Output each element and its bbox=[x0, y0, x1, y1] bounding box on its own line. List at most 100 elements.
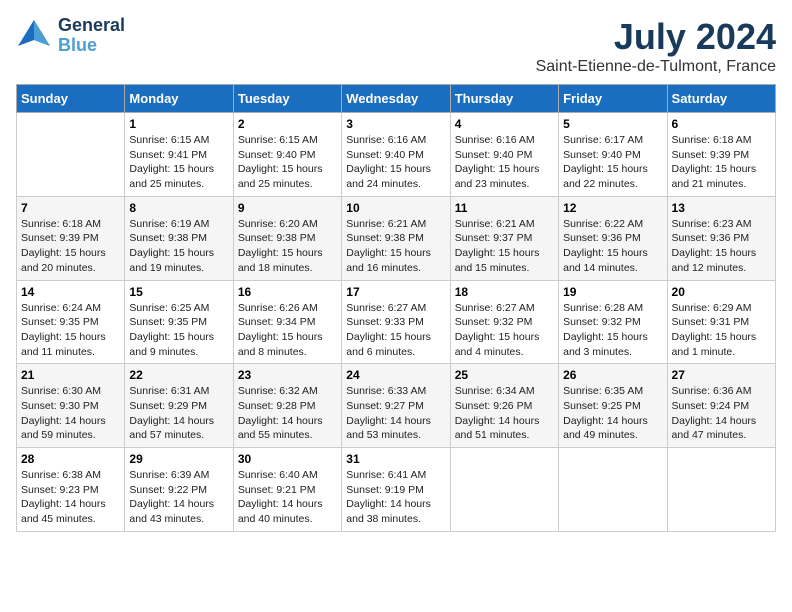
cell-3-3: 16Sunrise: 6:26 AM Sunset: 9:34 PM Dayli… bbox=[233, 280, 341, 364]
cell-4-6: 26 Sunrise: 6:35 AM Sunset: 9:25 PM Dayli… bbox=[559, 364, 667, 448]
main-title: July 2024 bbox=[536, 16, 776, 58]
day-number: 28 bbox=[21, 452, 120, 466]
cell-5-4: 31 Sunrise: 6:41 AM Sunset: 9:19 PM Dayli… bbox=[342, 448, 450, 532]
cell-2-4: 10 Sunrise: 6:21 AM Sunset: 9:38 PM Dayli… bbox=[342, 196, 450, 280]
header: General Blue July 2024 Saint-Etienne-de-… bbox=[16, 16, 776, 76]
cell-1-6: 5 Sunrise: 6:17 AM Sunset: 9:40 PM Daylig… bbox=[559, 113, 667, 197]
cell-content: Sunrise: 6:36 AM Sunset: 9:24 PM Dayligh… bbox=[672, 384, 771, 443]
day-number: 23 bbox=[238, 368, 337, 382]
cell-content: Sunrise: 6:30 AM Sunset: 9:30 PM Dayligh… bbox=[21, 384, 120, 443]
day-number: 3 bbox=[346, 117, 445, 131]
cell-2-5: 11Sunrise: 6:21 AM Sunset: 9:37 PM Dayli… bbox=[450, 196, 558, 280]
day-number: 26 bbox=[563, 368, 662, 382]
cell-5-3: 30 Sunrise: 6:40 AM Sunset: 9:21 PM Dayli… bbox=[233, 448, 341, 532]
header-tuesday: Tuesday bbox=[233, 85, 341, 113]
cell-4-2: 22 Sunrise: 6:31 AM Sunset: 9:29 PM Dayli… bbox=[125, 364, 233, 448]
day-number: 20 bbox=[672, 285, 771, 299]
header-sunday: Sunday bbox=[17, 85, 125, 113]
cell-content: Sunrise: 6:15 AM Sunset: 9:40 PM Dayligh… bbox=[238, 133, 337, 192]
cell-4-7: 27 Sunrise: 6:36 AM Sunset: 9:24 PM Dayli… bbox=[667, 364, 775, 448]
cell-1-5: 4 Sunrise: 6:16 AM Sunset: 9:40 PM Daylig… bbox=[450, 113, 558, 197]
cell-content: Sunrise: 6:25 AM Sunset: 9:35 PM Dayligh… bbox=[129, 301, 228, 360]
cell-5-1: 28 Sunrise: 6:38 AM Sunset: 9:23 PM Dayli… bbox=[17, 448, 125, 532]
cell-4-5: 25 Sunrise: 6:34 AM Sunset: 9:26 PM Dayli… bbox=[450, 364, 558, 448]
day-number: 12 bbox=[563, 201, 662, 215]
week-row-4: 21 Sunrise: 6:30 AM Sunset: 9:30 PM Dayli… bbox=[17, 364, 776, 448]
cell-2-6: 12 Sunrise: 6:22 AM Sunset: 9:36 PM Dayli… bbox=[559, 196, 667, 280]
cell-1-7: 6 Sunrise: 6:18 AM Sunset: 9:39 PM Daylig… bbox=[667, 113, 775, 197]
cell-1-3: 2Sunrise: 6:15 AM Sunset: 9:40 PM Daylig… bbox=[233, 113, 341, 197]
cell-1-4: 3 Sunrise: 6:16 AM Sunset: 9:40 PM Daylig… bbox=[342, 113, 450, 197]
cell-5-6 bbox=[559, 448, 667, 532]
day-number: 30 bbox=[238, 452, 337, 466]
cell-content: Sunrise: 6:32 AM Sunset: 9:28 PM Dayligh… bbox=[238, 384, 337, 443]
cell-content: Sunrise: 6:17 AM Sunset: 9:40 PM Dayligh… bbox=[563, 133, 662, 192]
day-number: 14 bbox=[21, 285, 120, 299]
day-number: 5 bbox=[563, 117, 662, 131]
cell-content: Sunrise: 6:27 AM Sunset: 9:32 PM Dayligh… bbox=[455, 301, 554, 360]
day-number: 19 bbox=[563, 285, 662, 299]
logo-line1: General bbox=[58, 16, 125, 36]
day-number: 22 bbox=[129, 368, 228, 382]
cell-1-1 bbox=[17, 113, 125, 197]
day-number: 1 bbox=[129, 117, 228, 131]
cell-content: Sunrise: 6:21 AM Sunset: 9:38 PM Dayligh… bbox=[346, 217, 445, 276]
cell-content: Sunrise: 6:19 AM Sunset: 9:38 PM Dayligh… bbox=[129, 217, 228, 276]
day-number: 8 bbox=[129, 201, 228, 215]
logo-line2: Blue bbox=[58, 36, 125, 56]
logo: General Blue bbox=[16, 16, 125, 56]
day-number: 6 bbox=[672, 117, 771, 131]
cell-4-3: 23 Sunrise: 6:32 AM Sunset: 9:28 PM Dayli… bbox=[233, 364, 341, 448]
day-number: 31 bbox=[346, 452, 445, 466]
cell-3-6: 19 Sunrise: 6:28 AM Sunset: 9:32 PM Dayli… bbox=[559, 280, 667, 364]
cell-3-2: 15Sunrise: 6:25 AM Sunset: 9:35 PM Dayli… bbox=[125, 280, 233, 364]
subtitle: Saint-Etienne-de-Tulmont, France bbox=[536, 58, 776, 76]
day-number: 7 bbox=[21, 201, 120, 215]
day-number: 4 bbox=[455, 117, 554, 131]
cell-content: Sunrise: 6:22 AM Sunset: 9:36 PM Dayligh… bbox=[563, 217, 662, 276]
cell-1-2: 1 Sunrise: 6:15 AM Sunset: 9:41 PM Daylig… bbox=[125, 113, 233, 197]
week-row-3: 14 Sunrise: 6:24 AM Sunset: 9:35 PM Dayli… bbox=[17, 280, 776, 364]
cell-content: Sunrise: 6:34 AM Sunset: 9:26 PM Dayligh… bbox=[455, 384, 554, 443]
day-number: 10 bbox=[346, 201, 445, 215]
cell-5-5 bbox=[450, 448, 558, 532]
day-number: 27 bbox=[672, 368, 771, 382]
cell-content: Sunrise: 6:35 AM Sunset: 9:25 PM Dayligh… bbox=[563, 384, 662, 443]
day-number: 25 bbox=[455, 368, 554, 382]
week-row-5: 28 Sunrise: 6:38 AM Sunset: 9:23 PM Dayli… bbox=[17, 448, 776, 532]
header-monday: Monday bbox=[125, 85, 233, 113]
cell-2-7: 13Sunrise: 6:23 AM Sunset: 9:36 PM Dayli… bbox=[667, 196, 775, 280]
logo-icon bbox=[16, 18, 52, 54]
cell-content: Sunrise: 6:41 AM Sunset: 9:19 PM Dayligh… bbox=[346, 468, 445, 527]
calendar-table: SundayMondayTuesdayWednesdayThursdayFrid… bbox=[16, 84, 776, 532]
cell-content: Sunrise: 6:24 AM Sunset: 9:35 PM Dayligh… bbox=[21, 301, 120, 360]
cell-content: Sunrise: 6:27 AM Sunset: 9:33 PM Dayligh… bbox=[346, 301, 445, 360]
cell-4-4: 24Sunrise: 6:33 AM Sunset: 9:27 PM Dayli… bbox=[342, 364, 450, 448]
cell-3-5: 18Sunrise: 6:27 AM Sunset: 9:32 PM Dayli… bbox=[450, 280, 558, 364]
cell-content: Sunrise: 6:38 AM Sunset: 9:23 PM Dayligh… bbox=[21, 468, 120, 527]
cell-content: Sunrise: 6:28 AM Sunset: 9:32 PM Dayligh… bbox=[563, 301, 662, 360]
cell-2-2: 8 Sunrise: 6:19 AM Sunset: 9:38 PM Daylig… bbox=[125, 196, 233, 280]
title-area: July 2024 Saint-Etienne-de-Tulmont, Fran… bbox=[536, 16, 776, 76]
cell-content: Sunrise: 6:20 AM Sunset: 9:38 PM Dayligh… bbox=[238, 217, 337, 276]
cell-3-1: 14 Sunrise: 6:24 AM Sunset: 9:35 PM Dayli… bbox=[17, 280, 125, 364]
cell-content: Sunrise: 6:26 AM Sunset: 9:34 PM Dayligh… bbox=[238, 301, 337, 360]
cell-content: Sunrise: 6:40 AM Sunset: 9:21 PM Dayligh… bbox=[238, 468, 337, 527]
day-number: 9 bbox=[238, 201, 337, 215]
cell-4-1: 21 Sunrise: 6:30 AM Sunset: 9:30 PM Dayli… bbox=[17, 364, 125, 448]
calendar-header-row: SundayMondayTuesdayWednesdayThursdayFrid… bbox=[17, 85, 776, 113]
day-number: 24 bbox=[346, 368, 445, 382]
cell-content: Sunrise: 6:18 AM Sunset: 9:39 PM Dayligh… bbox=[672, 133, 771, 192]
cell-3-7: 20Sunrise: 6:29 AM Sunset: 9:31 PM Dayli… bbox=[667, 280, 775, 364]
cell-content: Sunrise: 6:18 AM Sunset: 9:39 PM Dayligh… bbox=[21, 217, 120, 276]
day-number: 21 bbox=[21, 368, 120, 382]
day-number: 11 bbox=[455, 201, 554, 215]
cell-content: Sunrise: 6:16 AM Sunset: 9:40 PM Dayligh… bbox=[346, 133, 445, 192]
cell-content: Sunrise: 6:16 AM Sunset: 9:40 PM Dayligh… bbox=[455, 133, 554, 192]
cell-content: Sunrise: 6:39 AM Sunset: 9:22 PM Dayligh… bbox=[129, 468, 228, 527]
cell-content: Sunrise: 6:31 AM Sunset: 9:29 PM Dayligh… bbox=[129, 384, 228, 443]
week-row-1: 1 Sunrise: 6:15 AM Sunset: 9:41 PM Daylig… bbox=[17, 113, 776, 197]
cell-5-2: 29Sunrise: 6:39 AM Sunset: 9:22 PM Dayli… bbox=[125, 448, 233, 532]
cell-content: Sunrise: 6:15 AM Sunset: 9:41 PM Dayligh… bbox=[129, 133, 228, 192]
day-number: 13 bbox=[672, 201, 771, 215]
